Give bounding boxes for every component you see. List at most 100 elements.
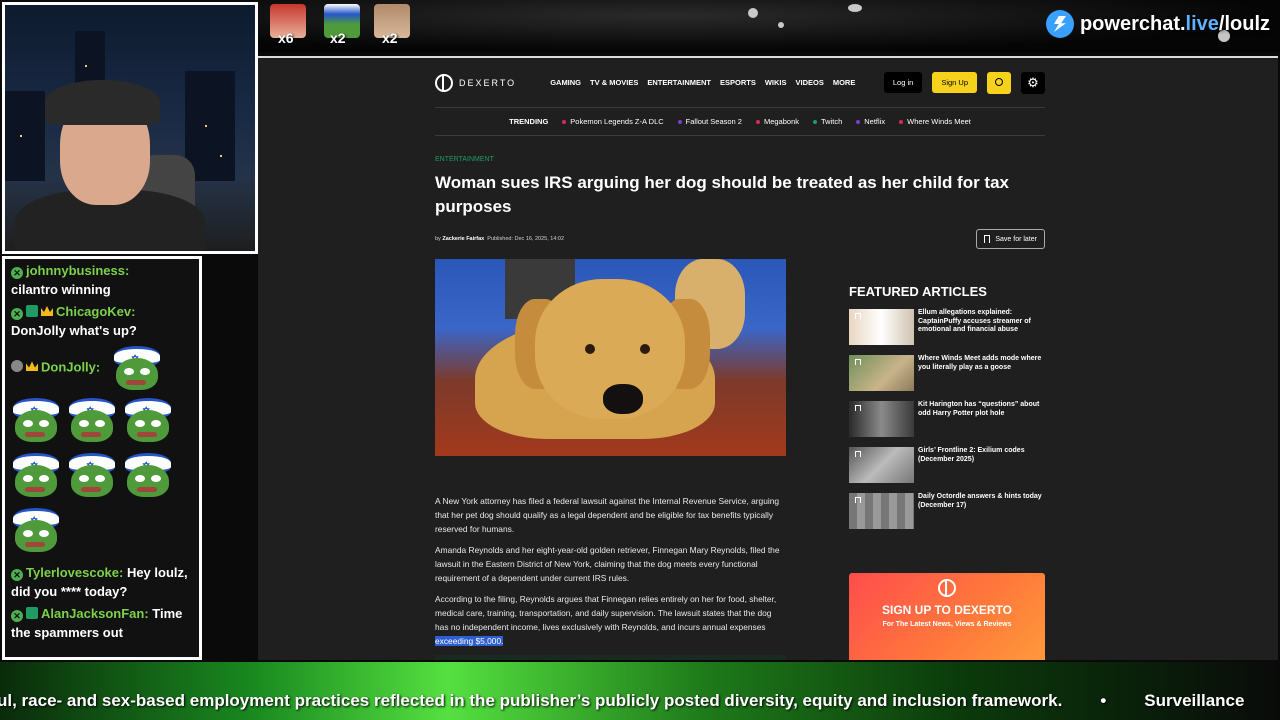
author-link[interactable]: Zackerie Fairfax [442, 236, 484, 242]
city-light [85, 65, 87, 67]
chat-message: ✕ johnnybusiness: cilantro winning [11, 261, 193, 299]
nav-actions: Log in Sign Up ⚙ [883, 71, 1045, 94]
splash-decoration [778, 22, 784, 28]
sub-badge-icon [26, 305, 38, 317]
featured-title-text: Where Winds Meet adds mode where you lit… [918, 355, 1042, 371]
browser-viewport: DEXERTO GAMING TV & MOVIES ENTERTAINMENT… [258, 56, 1278, 660]
mod-badge-icon: ✕ [11, 267, 23, 279]
peepo-emote: ✡ [11, 451, 61, 499]
dexerto-page: DEXERTO GAMING TV & MOVIES ENTERTAINMENT… [435, 58, 1045, 660]
sub-badge-icon [26, 607, 38, 619]
trending-item[interactable]: Netflix [856, 117, 885, 126]
chat-username[interactable]: Tylerlovescoke: [26, 565, 123, 580]
nav-tv-movies[interactable]: TV & MOVIES [590, 78, 638, 87]
crown-icon [41, 306, 53, 316]
brand-suffix: /loulz [1218, 12, 1270, 35]
featured-sidebar: FEATURED ARTICLES Ellum allegations expl… [849, 284, 1045, 660]
peepo-emote: ✡ [112, 344, 162, 392]
trend-dot [755, 119, 760, 124]
chat-panel: ✕ johnnybusiness: cilantro winning ✕ Chica… [2, 256, 202, 660]
city-light [205, 125, 207, 127]
ticker-headline: ul, race- and sex-based employment pract… [0, 691, 1063, 710]
login-button[interactable]: Log in [883, 72, 923, 93]
nav-more[interactable]: MORE [833, 78, 856, 87]
nav-links: GAMING TV & MOVIES ENTERTAINMENT ESPORTS… [550, 78, 855, 87]
trend-dot [677, 119, 682, 124]
trending-item[interactable]: Pokemon Legends Z-A DLC [562, 117, 664, 126]
featured-article[interactable]: Where Winds Meet adds mode where you lit… [849, 355, 1045, 391]
dexerto-logo-icon [435, 73, 453, 92]
article-body: A New York attorney has filed a federal … [435, 494, 786, 660]
trending-item[interactable]: Twitch [813, 117, 842, 126]
search-icon[interactable] [987, 71, 1011, 94]
signup-card-title: SIGN UP TO DEXERTO [881, 603, 1013, 617]
gear-icon[interactable]: ⚙ [1021, 71, 1045, 94]
dexerto-logo-icon [938, 579, 956, 597]
article-paragraph: A New York attorney has filed a federal … [435, 496, 780, 534]
featured-thumbnail [849, 401, 914, 437]
peepo-emote: ✡ [123, 396, 173, 444]
featured-article[interactable]: Girls’ Frontline 2: Exilium codes (Decem… [849, 447, 1045, 483]
article-inline-image [435, 655, 786, 660]
logo-text: DEXERTO [459, 77, 517, 88]
image-dog-nose [603, 384, 643, 414]
streamer-cap [45, 80, 160, 125]
crown-icon [26, 361, 38, 372]
save-for-later-button[interactable]: Save for later [976, 229, 1045, 249]
signup-card-subtitle: For The Latest News, Views & Reviews [882, 621, 1012, 628]
city-light [20, 135, 22, 137]
trending-item[interactable]: Megabonk [755, 117, 799, 126]
nav-esports[interactable]: ESPORTS [720, 78, 756, 87]
featured-article[interactable]: Daily Octordle answers & hints today (De… [849, 493, 1045, 529]
featured-title-text: Daily Octordle answers & hints today (De… [918, 493, 1042, 509]
nav-entertainment[interactable]: ENTERTAINMENT [647, 78, 711, 87]
article-paragraph: According to the filing, Reynolds argues… [435, 594, 777, 646]
peepo-emote: ✡ [123, 451, 173, 499]
signup-card[interactable]: SIGN UP TO DEXERTO For The Latest News, … [849, 573, 1045, 660]
mod-badge-icon: ✕ [11, 569, 23, 581]
chat-message: DonJolly: ✡ ✡✡✡ ✡✡✡ ✡ [11, 343, 193, 560]
brand-prefix: powerchat. [1079, 12, 1186, 35]
featured-thumbnail [849, 355, 914, 391]
peepo-emote: ✡ [67, 396, 117, 444]
chat-username[interactable]: AlanJacksonFan: [41, 606, 149, 621]
image-dog-eye [585, 344, 595, 354]
signup-button[interactable]: Sign Up [932, 72, 977, 93]
trending-item[interactable]: Fallout Season 2 [677, 117, 742, 126]
donor-count: x2 [382, 30, 398, 46]
chat-text: DonJolly what's up? [11, 323, 137, 338]
featured-thumbnail [849, 447, 914, 483]
bookmark-icon [984, 235, 991, 243]
trending-item[interactable]: Where Winds Meet [899, 117, 971, 126]
trend-dot [562, 119, 567, 124]
dexerto-logo[interactable]: DEXERTO [435, 73, 517, 92]
selected-text: exceeding $5,000. [435, 636, 504, 646]
chat-username[interactable]: ChicagoKev: [56, 304, 135, 319]
webcam-feed [2, 2, 258, 254]
site-nav: DEXERTO GAMING TV & MOVIES ENTERTAINMENT… [435, 58, 1045, 108]
news-ticker: ul, race- and sex-based employment pract… [0, 662, 1280, 720]
nav-wikis[interactable]: WIKIS [765, 78, 787, 87]
skyline-building [5, 91, 45, 181]
nav-videos[interactable]: VIDEOS [796, 78, 824, 87]
nav-gaming[interactable]: GAMING [550, 78, 581, 87]
powerchat-brand: powerchat.live/loulz [1045, 10, 1270, 38]
top-overlay-banner: x6 x2 x2 powerchat.live/loulz [258, 0, 1280, 52]
featured-title: FEATURED ARTICLES [849, 284, 987, 299]
peepo-emote: ✡ [11, 506, 61, 554]
trend-dot [856, 119, 861, 124]
peepo-emote: ✡ [11, 396, 61, 444]
donor-count: x6 [278, 30, 294, 46]
featured-thumbnail [849, 309, 914, 345]
peepo-emote: ✡ [67, 451, 117, 499]
image-dog-eye [640, 344, 650, 354]
featured-article[interactable]: Kit Harington has “questions” about odd … [849, 401, 1045, 437]
chat-text: cilantro winning [11, 282, 111, 297]
featured-article[interactable]: Ellum allegations explained: CaptainPuff… [849, 309, 1045, 345]
featured-title-text: Kit Harington has “questions” about odd … [918, 401, 1040, 417]
article-category[interactable]: ENTERTAINMENT [435, 156, 1045, 163]
chat-username[interactable]: DonJolly: [41, 359, 100, 374]
featured-title-text: Ellum allegations explained: CaptainPuff… [918, 309, 1031, 333]
splash-decoration [748, 8, 758, 18]
chat-username[interactable]: johnnybusiness: [26, 263, 129, 278]
